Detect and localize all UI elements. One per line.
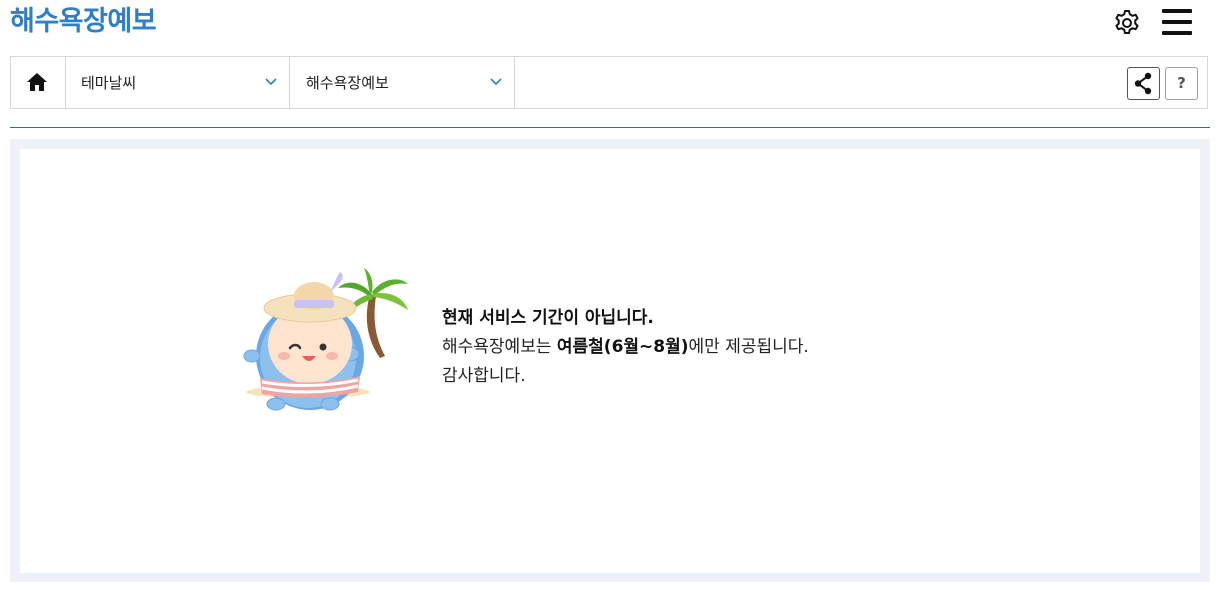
share-button[interactable] (1127, 67, 1160, 100)
service-notice: 현재 서비스 기간이 아닙니다. 해수욕장예보는 여름철(6월~8월)에만 제공… (442, 304, 809, 391)
home-icon (27, 73, 47, 91)
notice-period: 여름철(6월~8월) (556, 337, 689, 357)
notice-line-1: 현재 서비스 기간이 아닙니다. (442, 308, 654, 328)
notice-line-3: 감사합니다. (442, 366, 526, 386)
chevron-down-icon (490, 78, 502, 86)
chevron-down-icon (265, 78, 277, 86)
share-icon (1134, 72, 1152, 95)
help-icon: ? (1177, 74, 1186, 92)
notice-line-2-prefix: 해수욕장예보는 (442, 337, 557, 357)
dropdown-label: 테마날씨 (81, 74, 137, 92)
gear-icon[interactable] (1112, 8, 1142, 38)
help-button[interactable]: ? (1165, 67, 1198, 100)
top-bar: 해수욕장예보 (0, 0, 1220, 46)
hamburger-menu-icon[interactable] (1162, 9, 1192, 37)
home-button[interactable] (11, 57, 66, 108)
theme-weather-dropdown[interactable]: 테마날씨 (65, 57, 290, 108)
app-title[interactable]: 해수욕장예보 (10, 4, 157, 40)
dropdown-label: 해수욕장예보 (306, 74, 389, 92)
beach-forecast-dropdown[interactable]: 해수욕장예보 (290, 57, 515, 108)
location-nav: 테마날씨 해수욕장예보 ? (10, 56, 1208, 109)
notice-line-2-suffix: 에만 제공됩니다. (688, 337, 809, 357)
mascot-illustration (242, 266, 412, 416)
notice-line-2: 해수욕장예보는 여름철(6월~8월)에만 제공됩니다. (442, 333, 809, 362)
divider (10, 127, 1210, 128)
